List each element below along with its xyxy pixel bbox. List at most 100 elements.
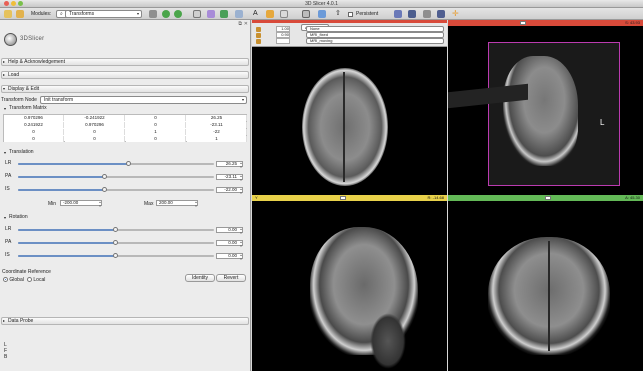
max-input[interactable]: 200.00 (156, 200, 198, 208)
local-radio-button[interactable] (27, 277, 32, 283)
matrix-cell[interactable]: 0 (65, 129, 125, 135)
back-arrow-icon[interactable] (162, 10, 170, 18)
slicer-logo-icon (4, 33, 17, 46)
persistent-checkbox[interactable] (348, 12, 353, 17)
matrix-cell[interactable]: 0 (4, 136, 64, 142)
help-section-header[interactable]: ▸ Help & Acknowledgement (1, 58, 249, 66)
rotation-slider-track[interactable] (18, 253, 214, 258)
slider-handle[interactable] (113, 227, 118, 232)
translation-header[interactable]: ▾ Translation (3, 149, 249, 156)
editor-icon[interactable] (266, 10, 274, 18)
coronal-midline (548, 241, 550, 351)
identity-button[interactable]: Identity (185, 274, 215, 282)
matrix-cell[interactable]: 0 (4, 129, 64, 135)
forward-arrow-icon[interactable] (174, 10, 182, 18)
matrix-cell[interactable]: -0.241922 (65, 115, 125, 121)
mouse-mode-icon[interactable]: ⇧ (335, 10, 343, 18)
ruler-icon[interactable] (280, 10, 288, 18)
module-selector[interactable]: Transforms ▾ (65, 10, 142, 18)
red-slider-handle[interactable] (520, 21, 526, 25)
translation-value-input[interactable]: 26.25 (216, 161, 243, 169)
translation-slider-track[interactable] (18, 161, 214, 166)
translation-value-input[interactable]: -23.11 (216, 174, 243, 182)
translation-value-input[interactable]: -22.00 (216, 187, 243, 195)
load-data-icon[interactable] (4, 10, 12, 18)
app-logo-text: 3DSlicer (20, 36, 45, 42)
layer-visibility-icon[interactable] (256, 27, 261, 32)
local-radio[interactable]: Local (27, 277, 45, 283)
layer-opacity-input[interactable] (276, 38, 290, 44)
screenshot-icon[interactable] (394, 10, 402, 18)
chevron-down-icon: ▾ (136, 11, 139, 16)
matrix-cell[interactable]: -22 (187, 129, 247, 135)
models-module-icon[interactable] (235, 10, 243, 18)
red-top-slice-offset: S: 43.93 (625, 20, 640, 25)
matrix-cell[interactable]: 0 (126, 115, 186, 121)
camera-icon[interactable] (423, 10, 431, 18)
display-section-header[interactable]: ▾ Display & Edit (1, 85, 249, 93)
global-radio-label: Global (9, 277, 24, 283)
translation-slider-track[interactable] (18, 174, 214, 179)
slider-handle[interactable] (101, 174, 107, 179)
expand-arrow-icon: ▸ (3, 72, 6, 77)
matrix-cell[interactable]: 1 (187, 136, 247, 142)
minimize-window-button[interactable] (11, 1, 16, 6)
green-slice-view[interactable] (448, 201, 643, 371)
green-slider-handle[interactable] (545, 196, 551, 200)
home-icon[interactable] (193, 10, 201, 18)
global-radio[interactable]: Global (3, 277, 24, 283)
translation-slider-label: IS (5, 186, 10, 192)
layer-visibility-icon[interactable] (256, 33, 261, 38)
matrix-cell[interactable]: 0.970296 (4, 115, 64, 121)
main-toolbar: Modules: ⌕ Transforms ▾ A ⇧ Persistent ✛ (0, 8, 643, 20)
rotation-header[interactable]: ▾ Rotation (3, 214, 249, 221)
matrix-cell[interactable]: 0 (126, 122, 186, 128)
rotation-slider-track[interactable] (18, 240, 214, 245)
min-input[interactable]: -200.00 (60, 200, 102, 208)
matrix-cell[interactable]: 26.25 (187, 115, 247, 121)
global-radio-button[interactable] (3, 277, 8, 283)
zoom-window-button[interactable] (18, 1, 23, 6)
panel-float-icon[interactable]: ⧉ (238, 21, 242, 27)
volumes-module-icon[interactable] (220, 10, 228, 18)
matrix-cell[interactable]: 0 (65, 136, 125, 142)
matrix-cell[interactable]: 0 (126, 136, 186, 142)
crosshair-mode-icon[interactable] (318, 10, 326, 18)
3d-orientation-label: L (600, 118, 605, 127)
translation-slider-track[interactable] (18, 187, 214, 192)
slider-handle[interactable] (102, 187, 108, 192)
crosshair-icon[interactable]: ✛ (452, 10, 460, 18)
close-window-button[interactable] (4, 1, 9, 6)
rotation-value-input[interactable]: 0.00 (216, 240, 243, 248)
matrix-cell[interactable]: 0.241922 (4, 122, 64, 128)
transform-matrix-header[interactable]: ▾ Transform Matrix (3, 105, 249, 112)
matrix-cell[interactable]: 0.970296 (65, 122, 125, 128)
min-label: Min (48, 201, 57, 207)
yellow-slider-handle[interactable] (340, 196, 346, 200)
scene-view-icon[interactable] (408, 10, 416, 18)
yellow-slice-view[interactable] (252, 201, 447, 371)
save-data-icon[interactable] (16, 10, 24, 18)
revert-button[interactable]: Revert (216, 274, 246, 282)
snapshot-icon[interactable] (437, 10, 445, 18)
layout-icon[interactable] (302, 10, 310, 18)
data-module-icon[interactable] (207, 10, 215, 18)
load-section-header[interactable]: ▸ Load (1, 71, 249, 79)
matrix-cell[interactable]: 1 (126, 129, 186, 135)
transform-node-selector[interactable]: Init transform ▾ (40, 96, 247, 104)
data-probe-header[interactable]: ▸ Data Probe (1, 317, 249, 325)
rotation-slider-track[interactable] (18, 227, 214, 232)
panel-close-icon[interactable]: ✕ (244, 21, 248, 27)
rotation-value-input[interactable]: 0.00 (216, 227, 243, 235)
matrix-cell[interactable]: -23.11 (187, 122, 247, 128)
slider-handle[interactable] (113, 253, 118, 258)
layer-visibility-icon[interactable] (256, 39, 261, 44)
module-history-icon[interactable] (149, 10, 157, 18)
slider-handle[interactable] (113, 240, 118, 245)
rotation-value-input[interactable]: 0.00 (216, 253, 243, 261)
red-slice-view[interactable]: Axial 1.00None0.90MRI_fixedMRI_moving (252, 20, 447, 195)
layer-volume-selector[interactable]: MRI_moving (306, 38, 444, 44)
slider-handle[interactable] (125, 161, 131, 166)
annotation-icon[interactable]: A (253, 10, 261, 18)
3d-view[interactable]: S: 43.93 L (448, 20, 643, 195)
